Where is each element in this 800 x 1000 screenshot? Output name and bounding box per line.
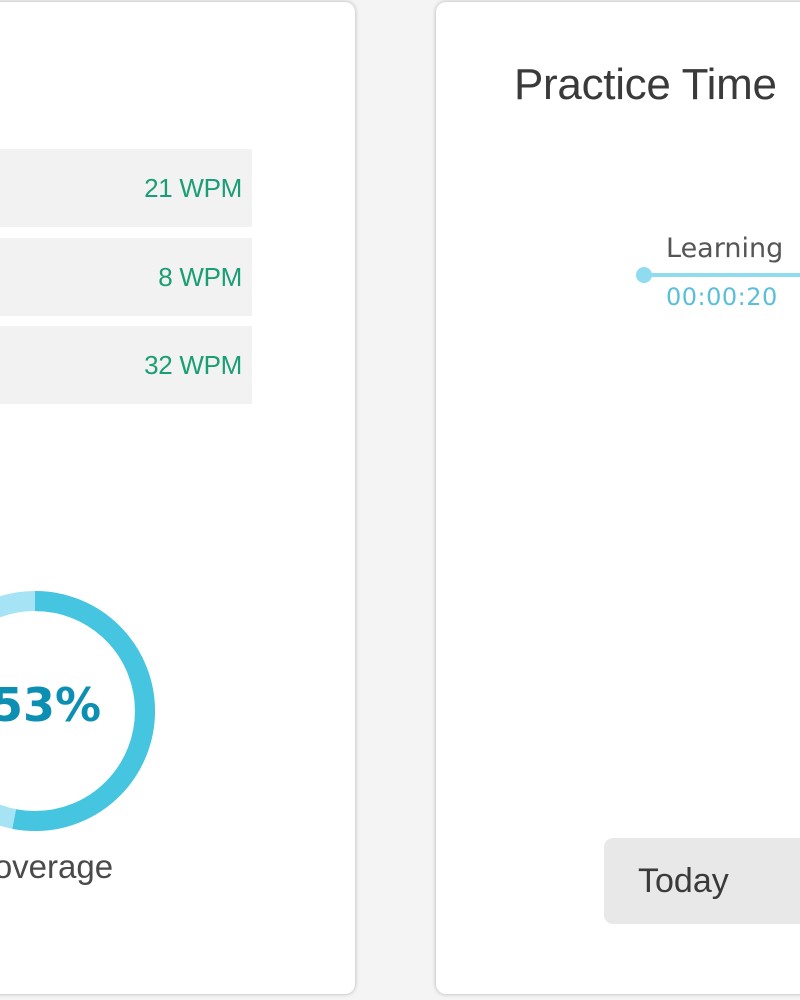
wpm-value: 8 WPM	[158, 261, 242, 292]
time-range-selected: Today	[638, 861, 729, 900]
speed-card: 21 WPM 8 WPM 32 WPM 53% Coverage	[0, 2, 355, 994]
timeline-dot[interactable]	[636, 267, 652, 283]
time-range-select[interactable]: Today	[604, 838, 800, 924]
wpm-row-1: 21 WPM	[0, 149, 252, 227]
wpm-row-2: 8 WPM	[0, 238, 252, 316]
timeline-activity-time: 00:00:20	[666, 283, 778, 311]
timeline-line	[644, 273, 800, 277]
wpm-value: 21 WPM	[144, 172, 242, 203]
practice-time-card: Practice Time Learning 00:00:20 Today	[436, 2, 800, 994]
wpm-value: 32 WPM	[144, 349, 242, 380]
timeline-activity-label: Learning	[666, 233, 784, 264]
practice-time-title: Practice Time	[514, 60, 777, 109]
wpm-row-3: 32 WPM	[0, 326, 252, 404]
coverage-percent: 53%	[0, 678, 102, 732]
coverage-label: Coverage	[0, 848, 114, 885]
